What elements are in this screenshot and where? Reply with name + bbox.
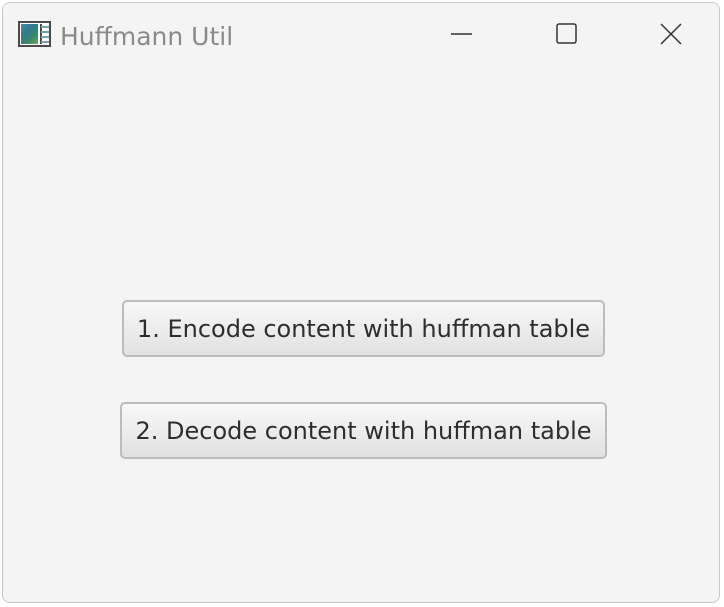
title-bar[interactable]: Huffmann Util bbox=[3, 3, 719, 67]
window-title: Huffmann Util bbox=[60, 22, 234, 51]
maximize-icon bbox=[556, 23, 577, 44]
encode-button[interactable]: 1. Encode content with huffman table bbox=[122, 300, 605, 357]
decode-button[interactable]: 2. Decode content with huffman table bbox=[120, 402, 607, 459]
app-icon bbox=[18, 21, 51, 47]
close-button[interactable] bbox=[617, 3, 719, 67]
minimize-icon bbox=[451, 33, 472, 35]
app-window: Huffmann Util 1. Encode content with huf… bbox=[2, 2, 720, 603]
main-content: 1. Encode content with huffman table 2. … bbox=[3, 67, 719, 602]
minimize-button[interactable] bbox=[406, 3, 510, 67]
close-icon bbox=[660, 23, 682, 45]
maximize-button[interactable] bbox=[512, 3, 616, 67]
